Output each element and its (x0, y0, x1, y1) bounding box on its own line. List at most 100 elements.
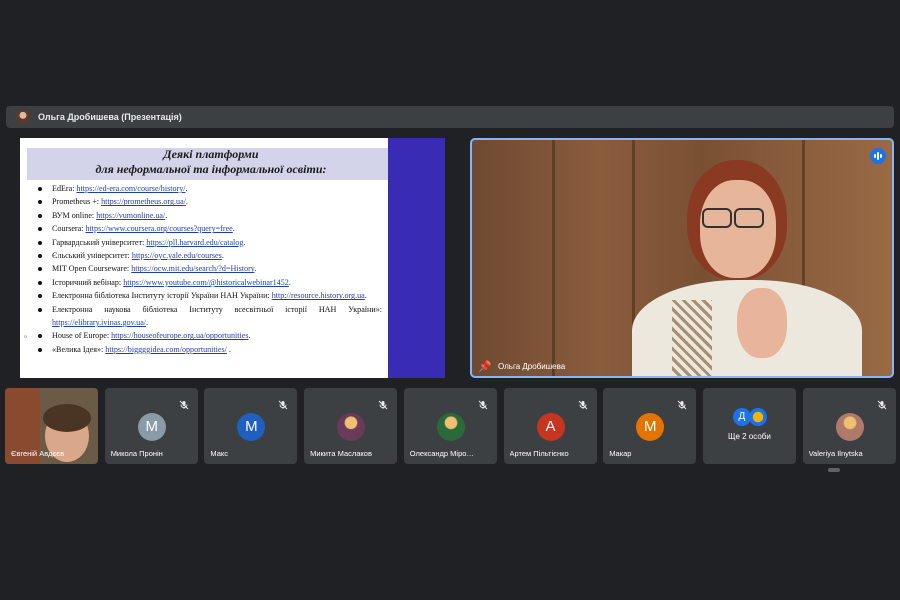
slide-item-link[interactable]: http://resource.history.org.ua (272, 291, 365, 300)
bullet-icon (38, 307, 42, 312)
participant-tile[interactable]: Микита Маслаков (304, 388, 398, 464)
slide-heading: Деякі платформи для неформальної та інфо… (27, 147, 395, 177)
mic-off-icon (877, 397, 887, 410)
participant-name: Valeriya Ilnytska (808, 449, 863, 458)
slide-list-item: Електронна бібліотека Інституту історії … (34, 289, 382, 302)
slide-item-label: MIT Open Courseware: (52, 264, 132, 274)
slide-decoration-band (388, 138, 445, 378)
slide-list-item: MIT Open Courseware: https://ocw.mit.edu… (34, 262, 382, 275)
slide-item-suffix: . (364, 291, 367, 301)
slide-item-suffix: . (146, 318, 149, 328)
participant-avatar: А (536, 413, 565, 441)
slide-link-list: EdEra: https://ed-era.com/course/history… (34, 182, 382, 356)
active-speaker-tile[interactable]: 📌 Ольга Дробишева (470, 138, 894, 378)
slide-item-label: Електронна бібліотека Інституту історії … (52, 291, 272, 301)
slide-item-link[interactable]: https://biggggidea.com/opportunities/ (105, 345, 227, 354)
bullet-icon (38, 213, 42, 218)
participant-name: Микола Пронін (110, 449, 163, 458)
participant-avatar (835, 413, 864, 441)
participant-avatar: М (237, 413, 266, 441)
slide-item-label: Електронна наукова бібліотека Інституту … (52, 304, 382, 314)
slide-item-link[interactable]: https://ed-era.com/course/history/ (77, 184, 186, 193)
participant-tile[interactable]: Valeriya Ilnytska (802, 388, 896, 464)
slide-heading-line2: для неформальної та інформальної освіти: (95, 162, 327, 176)
slide-item-suffix: . (185, 184, 188, 193)
speaker-embroidery (672, 300, 712, 376)
participant-avatar (436, 413, 465, 441)
slide-item-suffix: . (248, 331, 251, 341)
slide-item-label: House of Europe: (52, 331, 112, 341)
bullet-icon (38, 267, 42, 272)
slide-list-item: Prometheus +: https://prometheus.org.ua/… (34, 195, 382, 208)
slide-item-link[interactable]: https://prometheus.org.ua/ (101, 197, 186, 206)
participant-tile[interactable]: Євгеній Авдєєв (5, 388, 98, 464)
slide-item-label: Єльський університет: (52, 251, 132, 261)
bullet-icon (38, 334, 42, 339)
speaker-name: Ольга Дробишева (498, 362, 566, 371)
slide-item-label: ВУМ online: (52, 210, 97, 220)
slide-list-item: EdEra: https://ed-era.com/course/history… (34, 182, 382, 195)
bullet-icon (38, 187, 42, 191)
participant-avatar (337, 413, 366, 441)
participant-avatar (748, 408, 767, 426)
slide-heading-line1: Деякі платформи (163, 147, 259, 161)
strip-scroll-indicator[interactable] (828, 468, 840, 472)
bullet-icon (38, 347, 42, 352)
presenter-avatar (16, 110, 30, 124)
glasses-icon (702, 208, 732, 228)
mic-off-icon (677, 397, 687, 410)
participant-tile[interactable]: Олександр Міро… (403, 388, 497, 464)
slide-item-label: Prometheus +: (52, 197, 102, 207)
participant-tile[interactable]: Д Ще 2 особи (702, 388, 796, 464)
slide-item-link[interactable]: https://pll.harvard.edu/catalog (146, 238, 243, 247)
slide-item-suffix: . (288, 277, 291, 287)
slide-list-item: Історичний вебінар: https://www.youtube.… (34, 276, 382, 289)
slide-item-suffix: . (226, 344, 231, 354)
bullet-icon (38, 240, 42, 245)
bullet-icon (38, 254, 42, 259)
slide-item-link[interactable]: https://ocw.mit.edu/search/?d=History (131, 264, 254, 273)
slide-item-link[interactable]: https://www.youtube.com/@historicalwebin… (123, 278, 289, 287)
slide-item-link[interactable]: https://houseofeurope.org.ua/opportuniti… (111, 331, 248, 340)
slide-item-suffix: . (185, 197, 188, 207)
participant-name: Євгеній Авдєєв (11, 449, 65, 458)
slide-item-suffix: . (243, 237, 246, 247)
participant-tile[interactable]: А Артем Пільтієнко (503, 388, 597, 464)
mic-off-icon (478, 397, 488, 410)
slide-item-label: Гарвардський університет: (52, 237, 147, 247)
slide-list-item: Coursera: https://www.coursera.org/cours… (34, 222, 382, 235)
mic-off-icon (378, 397, 388, 410)
participant-avatar: М (137, 413, 166, 441)
pin-icon[interactable]: 📌 (478, 360, 492, 374)
slide-list-item: Єльський університет: https://oyc.yale.e… (34, 249, 382, 262)
presentation-slide[interactable]: Деякі платформи для неформальної та інфо… (20, 138, 445, 378)
slide-item-link[interactable]: https://www.coursera.org/courses?query=f… (86, 224, 233, 233)
slide-list-item: ВУМ online: https://vumonline.ua/. (34, 209, 382, 222)
bullet-icon (38, 280, 42, 285)
more-participants-label: Ще 2 особи (727, 432, 771, 441)
bullet-icon (38, 227, 42, 232)
participant-name: Артем Пільтієнко (509, 449, 569, 458)
speaking-indicator-icon (870, 148, 886, 164)
slide-item-suffix: . (232, 224, 235, 234)
bullet-icon (38, 200, 42, 205)
participant-avatar: М (636, 413, 665, 441)
presenter-title: Ольга Дробишева (Презентація) (38, 112, 182, 122)
participant-tile[interactable]: М Макс (204, 388, 298, 464)
slide-item-link[interactable]: https://vumonline.ua/ (96, 211, 165, 220)
slide-item-label: EdEra: (52, 184, 77, 193)
slide-credit-mark: © (23, 335, 28, 338)
slide-item-link[interactable]: https://oyc.yale.edu/courses (132, 251, 222, 260)
slide-item-suffix: . (254, 264, 257, 274)
bullet-icon (38, 294, 42, 299)
participant-tile[interactable]: М Микола Пронін (104, 388, 198, 464)
participant-tile[interactable]: М Макар (603, 388, 697, 464)
presenter-bar: Ольга Дробишева (Презентація) (6, 106, 894, 128)
slide-item-suffix: . (221, 251, 224, 261)
participant-name: Микита Маслаков (310, 449, 372, 458)
speaker-face (700, 180, 776, 278)
slide-item-label: Історичний вебінар: (52, 277, 124, 287)
slide-item-label: Coursera: (52, 224, 86, 234)
slide-item-link[interactable]: https://elibrary.ivinas.gov.ua/ (52, 318, 146, 327)
participant-name: Макар (609, 449, 632, 458)
